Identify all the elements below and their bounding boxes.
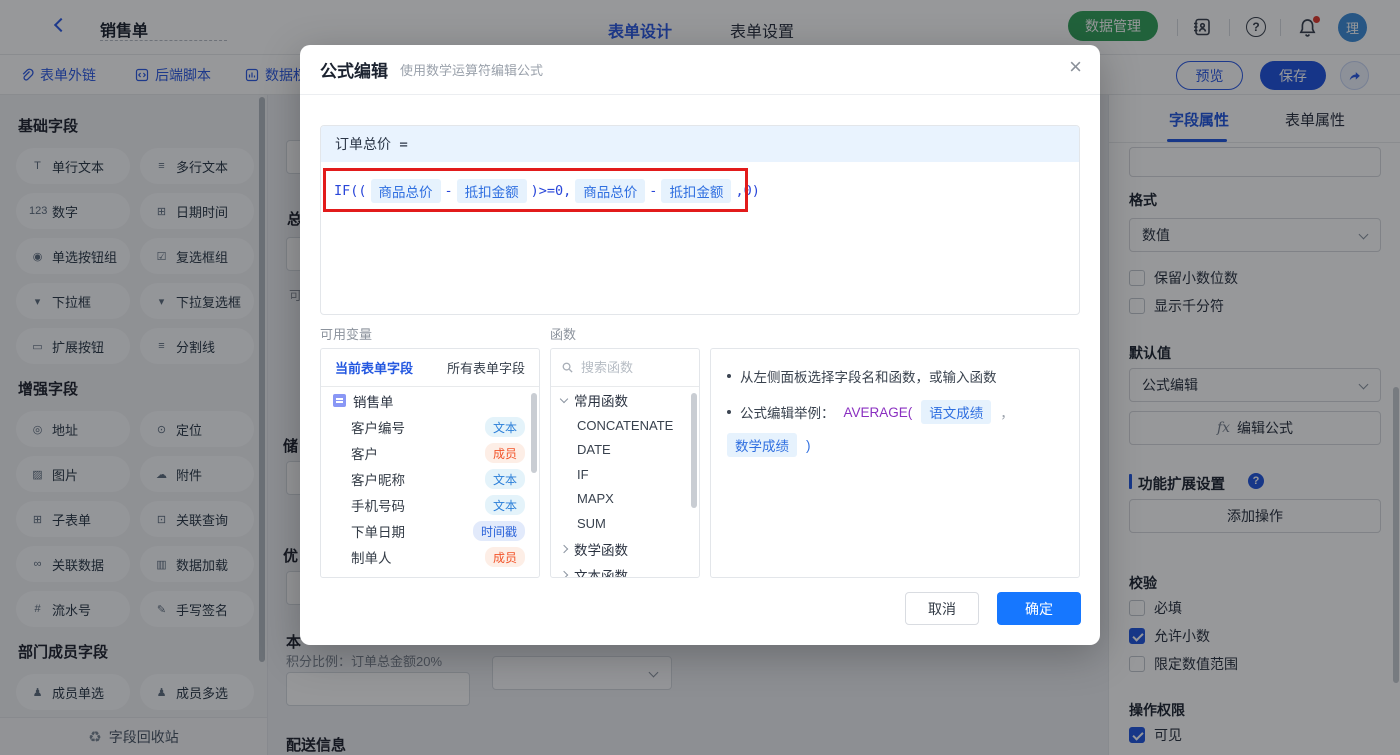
- variable-name: 客户编号: [351, 421, 405, 436]
- formula-input-area[interactable]: IF(( 商品总价 - 抵扣金额 )>=0, 商品总价 - 抵扣金额 ,0): [321, 162, 1079, 220]
- field-token[interactable]: 抵扣金额: [661, 179, 732, 203]
- formula-editor: 订单总价 = IF(( 商品总价 - 抵扣金额 )>=0, 商品总价 - 抵扣金…: [320, 125, 1080, 315]
- variable-type-badge: 时间戳: [472, 521, 525, 541]
- functions-scrollbar[interactable]: [691, 393, 697, 508]
- tab-current-form-fields[interactable]: 当前表单字段: [335, 358, 413, 377]
- field-token[interactable]: 抵扣金额: [456, 179, 527, 203]
- functions-panel: 常用函数 CONCATENATEDATEIFMAPXSUM 数学函数文本函数: [550, 348, 700, 578]
- function-group-name: 数学函数: [574, 542, 628, 558]
- formula-code: ,0): [735, 183, 760, 199]
- modal-title: 公式编辑: [320, 62, 388, 81]
- variables-panel: 当前表单字段 所有表单字段 销售单 客户编号 文本 客户 成员 客户昵称 文本 手机号码 文本…: [320, 348, 540, 578]
- variable-row[interactable]: 客户编号 文本: [321, 414, 539, 440]
- function-group[interactable]: 常用函数: [551, 387, 699, 413]
- variables-scrollbar[interactable]: [531, 393, 537, 473]
- variables-tabs: 当前表单字段 所有表单字段: [321, 349, 539, 387]
- form-tree-root[interactable]: 销售单: [321, 387, 539, 414]
- function-group[interactable]: 数学函数: [551, 536, 699, 562]
- help-example-line: 公式编辑举例： AVERAGE( 语文成绩 ， 数学成绩 ): [727, 400, 1063, 457]
- formula-code: )>=0,: [530, 183, 572, 199]
- variable-name: 下单日期: [351, 525, 405, 540]
- functions-label: 函数: [550, 327, 577, 342]
- variables-label: 可用变量: [320, 327, 373, 342]
- field-token[interactable]: 商品总价: [370, 179, 441, 203]
- help-panel: 从左侧面板选择字段名和函数，或输入函数 公式编辑举例： AVERAGE( 语文成…: [710, 348, 1080, 578]
- function-item[interactable]: MAPX: [551, 487, 699, 512]
- formula-code: IF((: [334, 183, 367, 199]
- confirm-button[interactable]: 确定: [997, 592, 1081, 625]
- variable-row[interactable]: 客户 成员: [321, 440, 539, 466]
- variable-name: 客户昵称: [351, 473, 405, 488]
- formula-operator: -: [649, 183, 658, 199]
- example-token: 语文成绩: [921, 400, 992, 424]
- help-line: 从左侧面板选择字段名和函数，或输入函数: [727, 366, 1063, 386]
- variable-type-badge: 文本: [484, 495, 525, 515]
- variable-row[interactable]: 手机号码 文本: [321, 492, 539, 518]
- variable-name: 客户: [351, 447, 378, 462]
- chevron-right-icon: [559, 570, 569, 577]
- variable-type-badge: 文本: [484, 469, 525, 489]
- variable-name: 制单人: [351, 551, 392, 566]
- field-token[interactable]: 商品总价: [575, 179, 646, 203]
- function-item[interactable]: DATE: [551, 438, 699, 463]
- chevron-right-icon: [559, 544, 569, 553]
- function-group[interactable]: 文本函数: [551, 562, 699, 578]
- form-doc-icon: [333, 394, 346, 407]
- function-item[interactable]: SUM: [551, 511, 699, 536]
- formula-target-field: 订单总价 =: [321, 126, 1079, 162]
- example-token: 数学成绩: [727, 433, 797, 457]
- variable-type-badge: 成员: [484, 443, 525, 463]
- function-search-input[interactable]: [581, 360, 681, 375]
- function-item[interactable]: CONCATENATE: [551, 413, 699, 438]
- formula-edit-modal: 公式编辑 使用数学运算符编辑公式 × 订单总价 = IF(( 商品总价 - 抵扣…: [300, 45, 1100, 645]
- bullet-icon: [727, 374, 731, 378]
- variable-type-badge: 成员: [484, 547, 525, 567]
- bullet-icon: [727, 410, 731, 414]
- tab-all-form-fields[interactable]: 所有表单字段: [447, 358, 525, 377]
- cancel-button[interactable]: 取消: [905, 592, 979, 625]
- variable-type-badge: 文本: [484, 417, 525, 437]
- variable-row[interactable]: 下单日期 时间戳: [321, 518, 539, 544]
- close-icon[interactable]: ×: [1069, 56, 1082, 78]
- function-group-name: 常用函数: [574, 394, 628, 409]
- modal-header: 公式编辑 使用数学运算符编辑公式: [300, 45, 1100, 95]
- chevron-down-icon: [559, 394, 569, 403]
- variable-row[interactable]: 制单人 成员: [321, 544, 539, 570]
- formula-operator: -: [444, 183, 453, 199]
- function-group-name: 文本函数: [574, 568, 628, 578]
- search-icon: [562, 362, 573, 373]
- variable-row[interactable]: 客户昵称 文本: [321, 466, 539, 492]
- function-item[interactable]: IF: [551, 462, 699, 487]
- modal-subtitle: 使用数学运算符编辑公式: [400, 63, 544, 78]
- function-search[interactable]: [551, 349, 699, 387]
- example-function: AVERAGE(: [843, 404, 913, 420]
- variable-name: 手机号码: [351, 499, 405, 514]
